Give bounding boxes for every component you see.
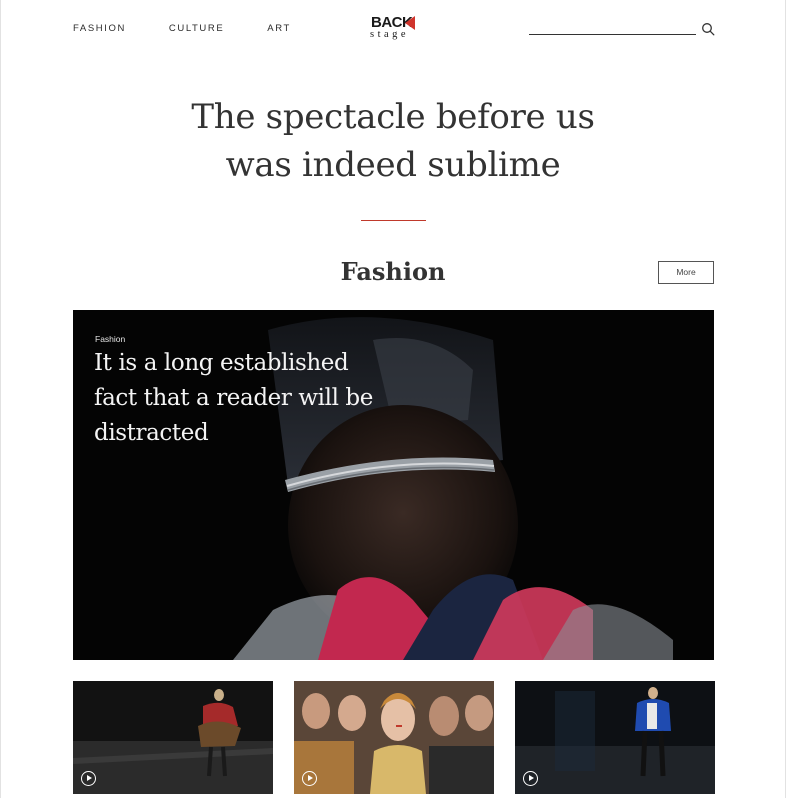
feature-headline[interactable]: It is a long established fact that a rea… <box>94 346 394 451</box>
thumbnail-image-1 <box>73 681 273 794</box>
play-icon[interactable] <box>523 771 538 786</box>
video-thumbnail-1[interactable] <box>73 681 273 794</box>
hero-title-line-1: The spectacle before us <box>191 97 595 137</box>
logo-triangle-icon <box>405 16 415 30</box>
site-logo[interactable]: BACK stage <box>369 14 419 44</box>
nav-fashion[interactable]: FASHION <box>73 23 126 34</box>
hero-title: The spectacle before us was indeed subli… <box>0 93 786 189</box>
accent-divider <box>361 220 426 221</box>
nav-art[interactable]: ART <box>267 23 291 34</box>
thumbnail-image-2 <box>294 681 494 794</box>
thumbnail-image-3 <box>515 681 715 794</box>
nav-culture[interactable]: CULTURE <box>169 23 224 34</box>
play-icon[interactable] <box>81 771 96 786</box>
search-bar[interactable] <box>529 22 715 36</box>
feature-card[interactable]: Fashion It is a long established fact th… <box>73 310 714 660</box>
hero-title-line-2: was indeed sublime <box>225 145 561 185</box>
video-thumbnail-3[interactable] <box>515 681 715 794</box>
search-icon[interactable] <box>701 22 715 36</box>
more-button[interactable]: More <box>658 261 714 284</box>
video-thumbnail-2[interactable] <box>294 681 494 794</box>
logo-subtext: stage <box>370 29 410 40</box>
play-icon[interactable] <box>302 771 317 786</box>
feature-tag: Fashion <box>95 334 126 344</box>
main-nav: FASHION CULTURE ART <box>73 23 334 34</box>
search-input-underline[interactable] <box>529 34 696 35</box>
